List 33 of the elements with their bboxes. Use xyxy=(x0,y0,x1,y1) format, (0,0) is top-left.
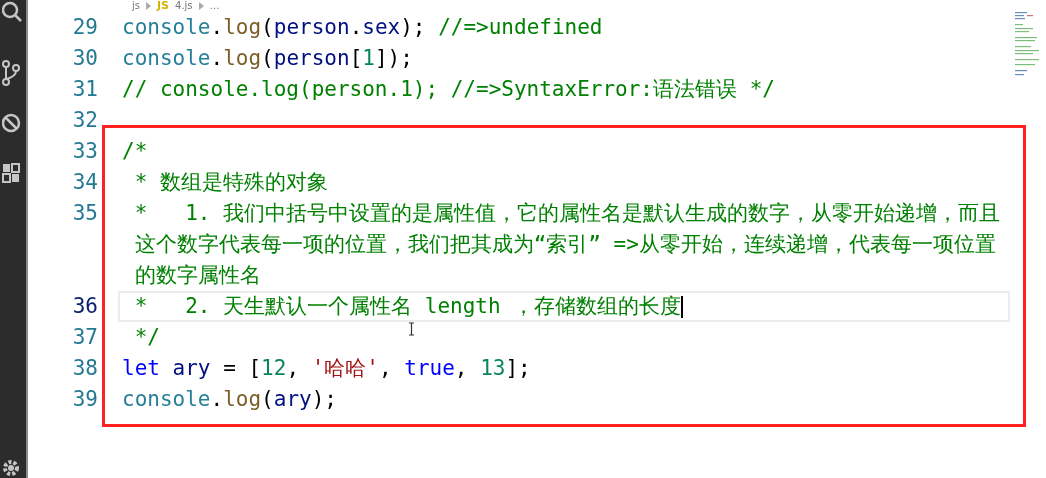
line-number: 31 xyxy=(71,76,98,103)
source-control-icon[interactable] xyxy=(2,60,20,86)
breadcrumb-more[interactable]: … xyxy=(209,0,220,12)
code-line: console.log(ary); xyxy=(122,386,337,413)
line-number: 34 xyxy=(71,169,98,196)
settings-icon[interactable] xyxy=(2,458,20,478)
line-number: 33 xyxy=(71,138,98,165)
extensions-icon[interactable] xyxy=(2,162,20,184)
line-number: 30 xyxy=(71,45,98,72)
line-number: 35 xyxy=(71,200,98,227)
code-line: // console.log(person.1); //=>SyntaxError:语法错误 */ xyxy=(122,76,775,103)
breadcrumb-file[interactable]: 4.js xyxy=(175,0,193,12)
debug-icon[interactable] xyxy=(2,112,22,134)
code-line: * 1. 我们中括号中设置的是属性值，它的属性名是默认生成的数字，从零开始递增，而且这个数字代表每一项的位置，我们把其成为“索引” =>从零开始，连续递增，代表每一项位置的数字属性名 xyxy=(133,200,1002,289)
line-number: 32 xyxy=(71,107,98,134)
code-line: console.log(person[1]); xyxy=(122,45,413,72)
line-number: 29 xyxy=(71,14,98,41)
line-number: 36 xyxy=(71,293,98,320)
line-number: 37 xyxy=(71,324,98,351)
code-line: * 数组是特殊的对象 xyxy=(133,169,328,196)
chevron-icon xyxy=(146,2,151,10)
text-cursor-icon xyxy=(408,322,415,336)
search-icon[interactable] xyxy=(2,0,22,22)
code-line: console.log(person.sex); //=>undefined xyxy=(122,14,603,41)
code-line: */ xyxy=(133,324,160,351)
line-number: 38 xyxy=(71,355,98,382)
chevron-icon xyxy=(198,2,204,10)
code-line: * 2. 天生默认一个属性名 length ，存储数组的长度 xyxy=(133,293,682,320)
code-line: /* xyxy=(122,138,148,165)
javascript-file-icon: JS xyxy=(157,0,169,12)
line-number: 39 xyxy=(71,386,98,413)
breadcrumb-folder[interactable]: js xyxy=(132,0,140,12)
code-line: let ary = [12, '哈哈', true, 13]; xyxy=(122,355,531,382)
